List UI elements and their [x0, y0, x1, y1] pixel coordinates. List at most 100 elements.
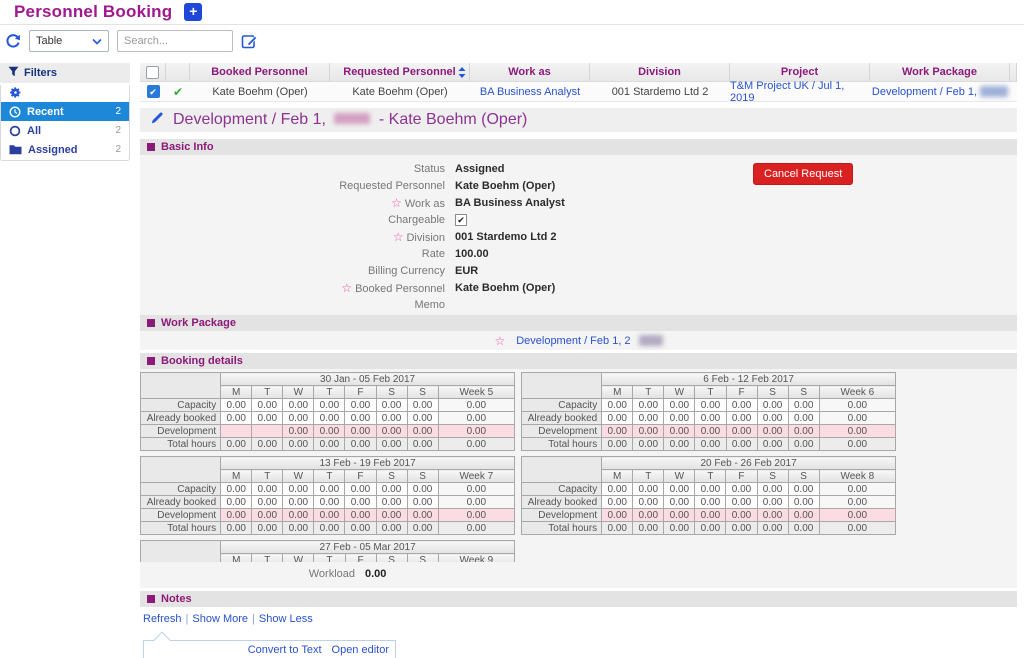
booking-week-table: 6 Feb - 12 Feb 2017MTWTFSSWeek 6Capacity…	[521, 372, 896, 451]
hours-cell[interactable]: 0.00	[633, 425, 664, 438]
work-package-link[interactable]: Development / Feb 1, 2	[516, 335, 630, 347]
hours-cell: 0.00	[633, 522, 664, 535]
col-work-as[interactable]: Work as	[470, 63, 590, 81]
hours-cell[interactable]: 0.00	[788, 509, 819, 522]
day-header: T	[314, 554, 345, 563]
hours-cell[interactable]: 0.00	[376, 425, 407, 438]
star-icon: ☆	[393, 230, 404, 244]
sidebar-item-label: Recent	[27, 106, 64, 118]
hours-cell[interactable]: 0.00	[407, 425, 438, 438]
hours-cell[interactable]	[252, 425, 283, 438]
filter-settings-button[interactable]	[1, 85, 129, 102]
hours-cell: 0.00	[757, 483, 788, 496]
day-header: S	[757, 386, 788, 399]
hours-cell: 0.00	[726, 483, 757, 496]
view-select[interactable]: Table	[29, 30, 109, 52]
hours-cell[interactable]	[221, 425, 252, 438]
day-header: M	[602, 386, 633, 399]
col-requested-personnel[interactable]: Requested Personnel	[330, 63, 470, 81]
field-row-requested-personnel: Requested PersonnelKate Boehm (Oper)	[140, 177, 1017, 194]
day-header: W	[664, 470, 695, 483]
hours-cell: 0.00	[664, 496, 695, 509]
hours-cell: 0.00	[695, 412, 726, 425]
folder-icon	[9, 144, 22, 155]
hours-cell: 0.00	[602, 399, 633, 412]
table-row[interactable]: ✔ ✔ Kate Boehm (Oper) Kate Boehm (Oper) …	[140, 82, 1017, 102]
hours-cell: 0.00	[788, 483, 819, 496]
booking-row-capacity: Capacity0.000.000.000.000.000.000.000.00	[522, 483, 896, 496]
add-button[interactable]: +	[184, 3, 202, 21]
hours-cell[interactable]: 0.00	[695, 425, 726, 438]
field-value: EUR	[455, 265, 478, 277]
hours-cell: 0.00	[376, 483, 407, 496]
hours-cell: 0.00	[726, 438, 757, 451]
hours-cell[interactable]: 0.00	[314, 509, 345, 522]
hours-cell[interactable]: 0.00	[252, 509, 283, 522]
row-checkbox[interactable]: ✔	[147, 85, 160, 98]
hours-cell: 0.00	[345, 399, 376, 412]
hours-cell: 0.00	[221, 522, 252, 535]
chargeable-checkbox[interactable]: ✔	[455, 214, 467, 226]
sort-icon[interactable]	[458, 67, 466, 81]
day-header: T	[695, 386, 726, 399]
hours-cell[interactable]: 0.00	[345, 425, 376, 438]
hours-cell: 0.00	[726, 412, 757, 425]
sidebar-item-recent[interactable]: Recent2	[1, 102, 129, 121]
hours-cell: 0.00	[345, 412, 376, 425]
week-total-cell: 0.00	[438, 496, 514, 509]
col-division[interactable]: Division	[590, 63, 730, 81]
hours-cell[interactable]: 0.00	[221, 509, 252, 522]
show-less-link[interactable]: Show Less	[259, 613, 313, 625]
sidebar-item-assigned[interactable]: Assigned2	[1, 140, 129, 159]
hours-cell: 0.00	[252, 483, 283, 496]
day-header: F	[726, 470, 757, 483]
hours-cell[interactable]: 0.00	[376, 509, 407, 522]
hours-cell: 0.00	[726, 522, 757, 535]
hours-cell[interactable]: 0.00	[602, 509, 633, 522]
results-table-header: Booked Personnel Requested Personnel Wor…	[140, 63, 1017, 82]
hours-cell[interactable]: 0.00	[283, 425, 314, 438]
hours-cell[interactable]: 0.00	[726, 425, 757, 438]
cell-work-as-link[interactable]: BA Business Analyst	[470, 86, 590, 98]
hours-cell[interactable]: 0.00	[788, 425, 819, 438]
hours-cell[interactable]: 0.00	[664, 425, 695, 438]
hours-cell[interactable]: 0.00	[633, 509, 664, 522]
hours-cell[interactable]: 0.00	[726, 509, 757, 522]
hours-cell[interactable]: 0.00	[757, 509, 788, 522]
hours-cell[interactable]: 0.00	[695, 509, 726, 522]
content: Filters Recent2All2Assigned2 Booked Pers…	[0, 63, 1024, 658]
refresh-icon[interactable]	[5, 33, 21, 49]
cell-project-link[interactable]: T&M Project UK / Jul 1, 2019	[730, 80, 870, 104]
open-editor-link[interactable]: Open editor	[332, 644, 389, 656]
cancel-request-button[interactable]: Cancel Request	[753, 163, 853, 185]
hours-cell[interactable]: 0.00	[602, 425, 633, 438]
hours-cell: 0.00	[695, 438, 726, 451]
select-all-checkbox[interactable]	[146, 66, 159, 79]
cell-work-package-link[interactable]: Development / Feb 1,	[870, 86, 1010, 98]
day-header: F	[345, 554, 376, 563]
hours-cell[interactable]: 0.00	[407, 509, 438, 522]
main-panel: Booked Personnel Requested Personnel Wor…	[140, 63, 1017, 658]
field-value: BA Business Analyst	[455, 197, 565, 209]
col-work-package[interactable]: Work Package	[870, 63, 1010, 81]
filters-label: Filters	[24, 67, 57, 79]
hours-cell: 0.00	[407, 438, 438, 451]
hours-cell: 0.00	[283, 483, 314, 496]
hours-cell: 0.00	[376, 412, 407, 425]
hours-cell[interactable]: 0.00	[283, 509, 314, 522]
show-more-link[interactable]: Show More	[192, 613, 248, 625]
search-input[interactable]	[117, 30, 233, 52]
booking-row-already-booked: Already booked0.000.000.000.000.000.000.…	[522, 412, 896, 425]
hours-cell[interactable]: 0.00	[345, 509, 376, 522]
col-booked-personnel[interactable]: Booked Personnel	[190, 63, 330, 81]
col-project[interactable]: Project	[730, 63, 870, 81]
cell-booked-personnel: Kate Boehm (Oper)	[190, 86, 330, 98]
hours-cell[interactable]: 0.00	[664, 509, 695, 522]
sidebar-item-all[interactable]: All2	[1, 121, 129, 140]
compose-icon[interactable]	[241, 33, 258, 50]
convert-to-text-link[interactable]: Convert to Text	[248, 644, 322, 656]
hours-cell[interactable]: 0.00	[757, 425, 788, 438]
hours-cell[interactable]: 0.00	[314, 425, 345, 438]
refresh-link[interactable]: Refresh	[143, 613, 182, 625]
edit-pencil-icon[interactable]	[150, 111, 164, 130]
